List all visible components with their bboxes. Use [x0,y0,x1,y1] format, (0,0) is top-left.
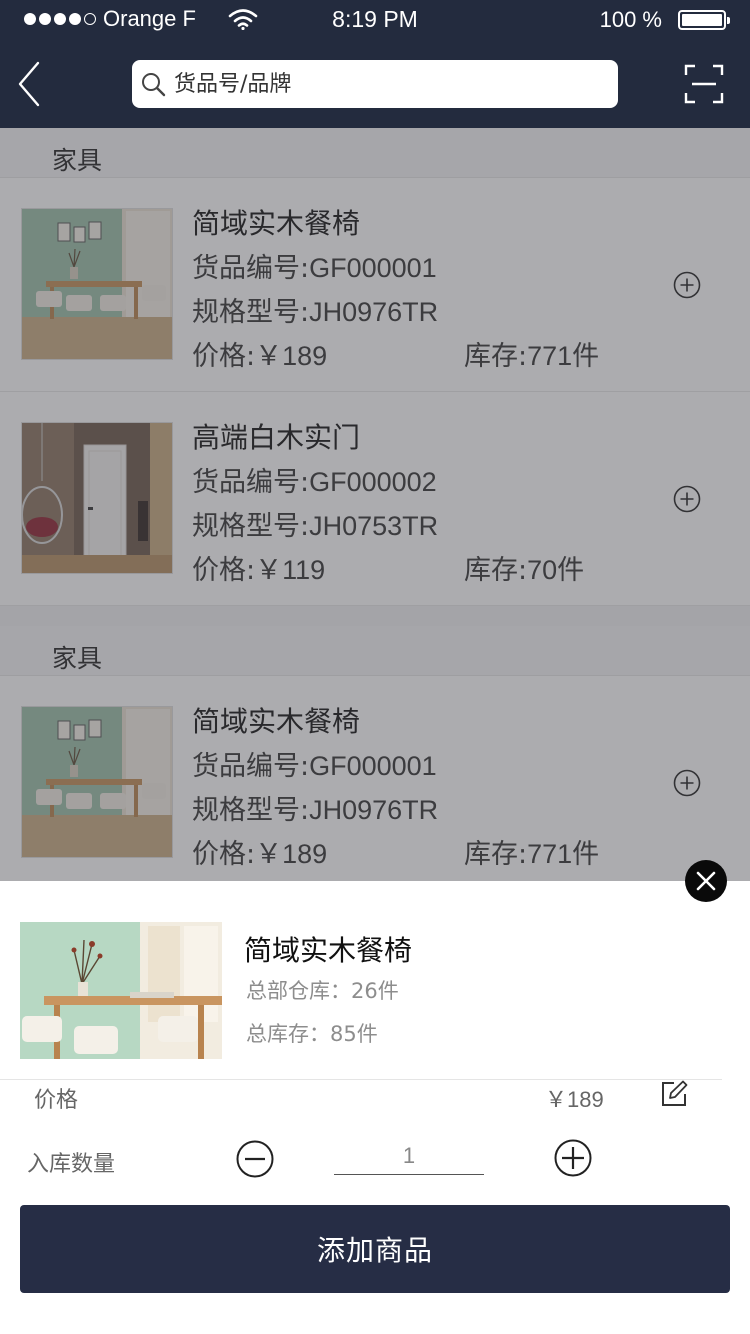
battery-percent: 100 % [599,7,662,32]
status-bar: Orange F 8:19 PM 100 % [0,0,750,40]
minus-circle-icon[interactable] [235,1139,275,1179]
search-box[interactable] [132,60,618,108]
scan-button[interactable] [682,62,726,106]
back-button[interactable] [12,54,52,114]
total-stock-text: 总库存：85件 [246,1022,378,1046]
price-label: 价格 [34,1088,79,1113]
plus-circle-icon[interactable] [553,1138,593,1178]
add-product-button[interactable]: 添加商品 [20,1205,730,1293]
sheet-product-name: 简域实木餐椅 [244,934,413,967]
divider [0,1079,722,1080]
add-product-sheet: 简域实木餐椅 总部仓库：26件 总库存：85件 价格 ￥189 入库数量 添加商… [0,881,750,1334]
sheet-product-image [20,922,222,1059]
modal-backdrop[interactable] [0,128,750,882]
scan-icon [684,64,724,104]
edit-icon[interactable] [660,1080,688,1108]
nav-bar [0,40,750,128]
close-button[interactable] [685,860,727,902]
quantity-input[interactable] [334,1137,484,1175]
close-icon [696,871,716,891]
search-input[interactable] [174,71,594,97]
hq-stock-text: 总部仓库：26件 [246,979,399,1003]
quantity-label: 入库数量 [27,1152,116,1177]
chevron-left-icon [18,61,40,107]
price-value: ￥189 [545,1087,604,1112]
battery-icon [678,10,730,30]
search-icon [142,73,166,97]
